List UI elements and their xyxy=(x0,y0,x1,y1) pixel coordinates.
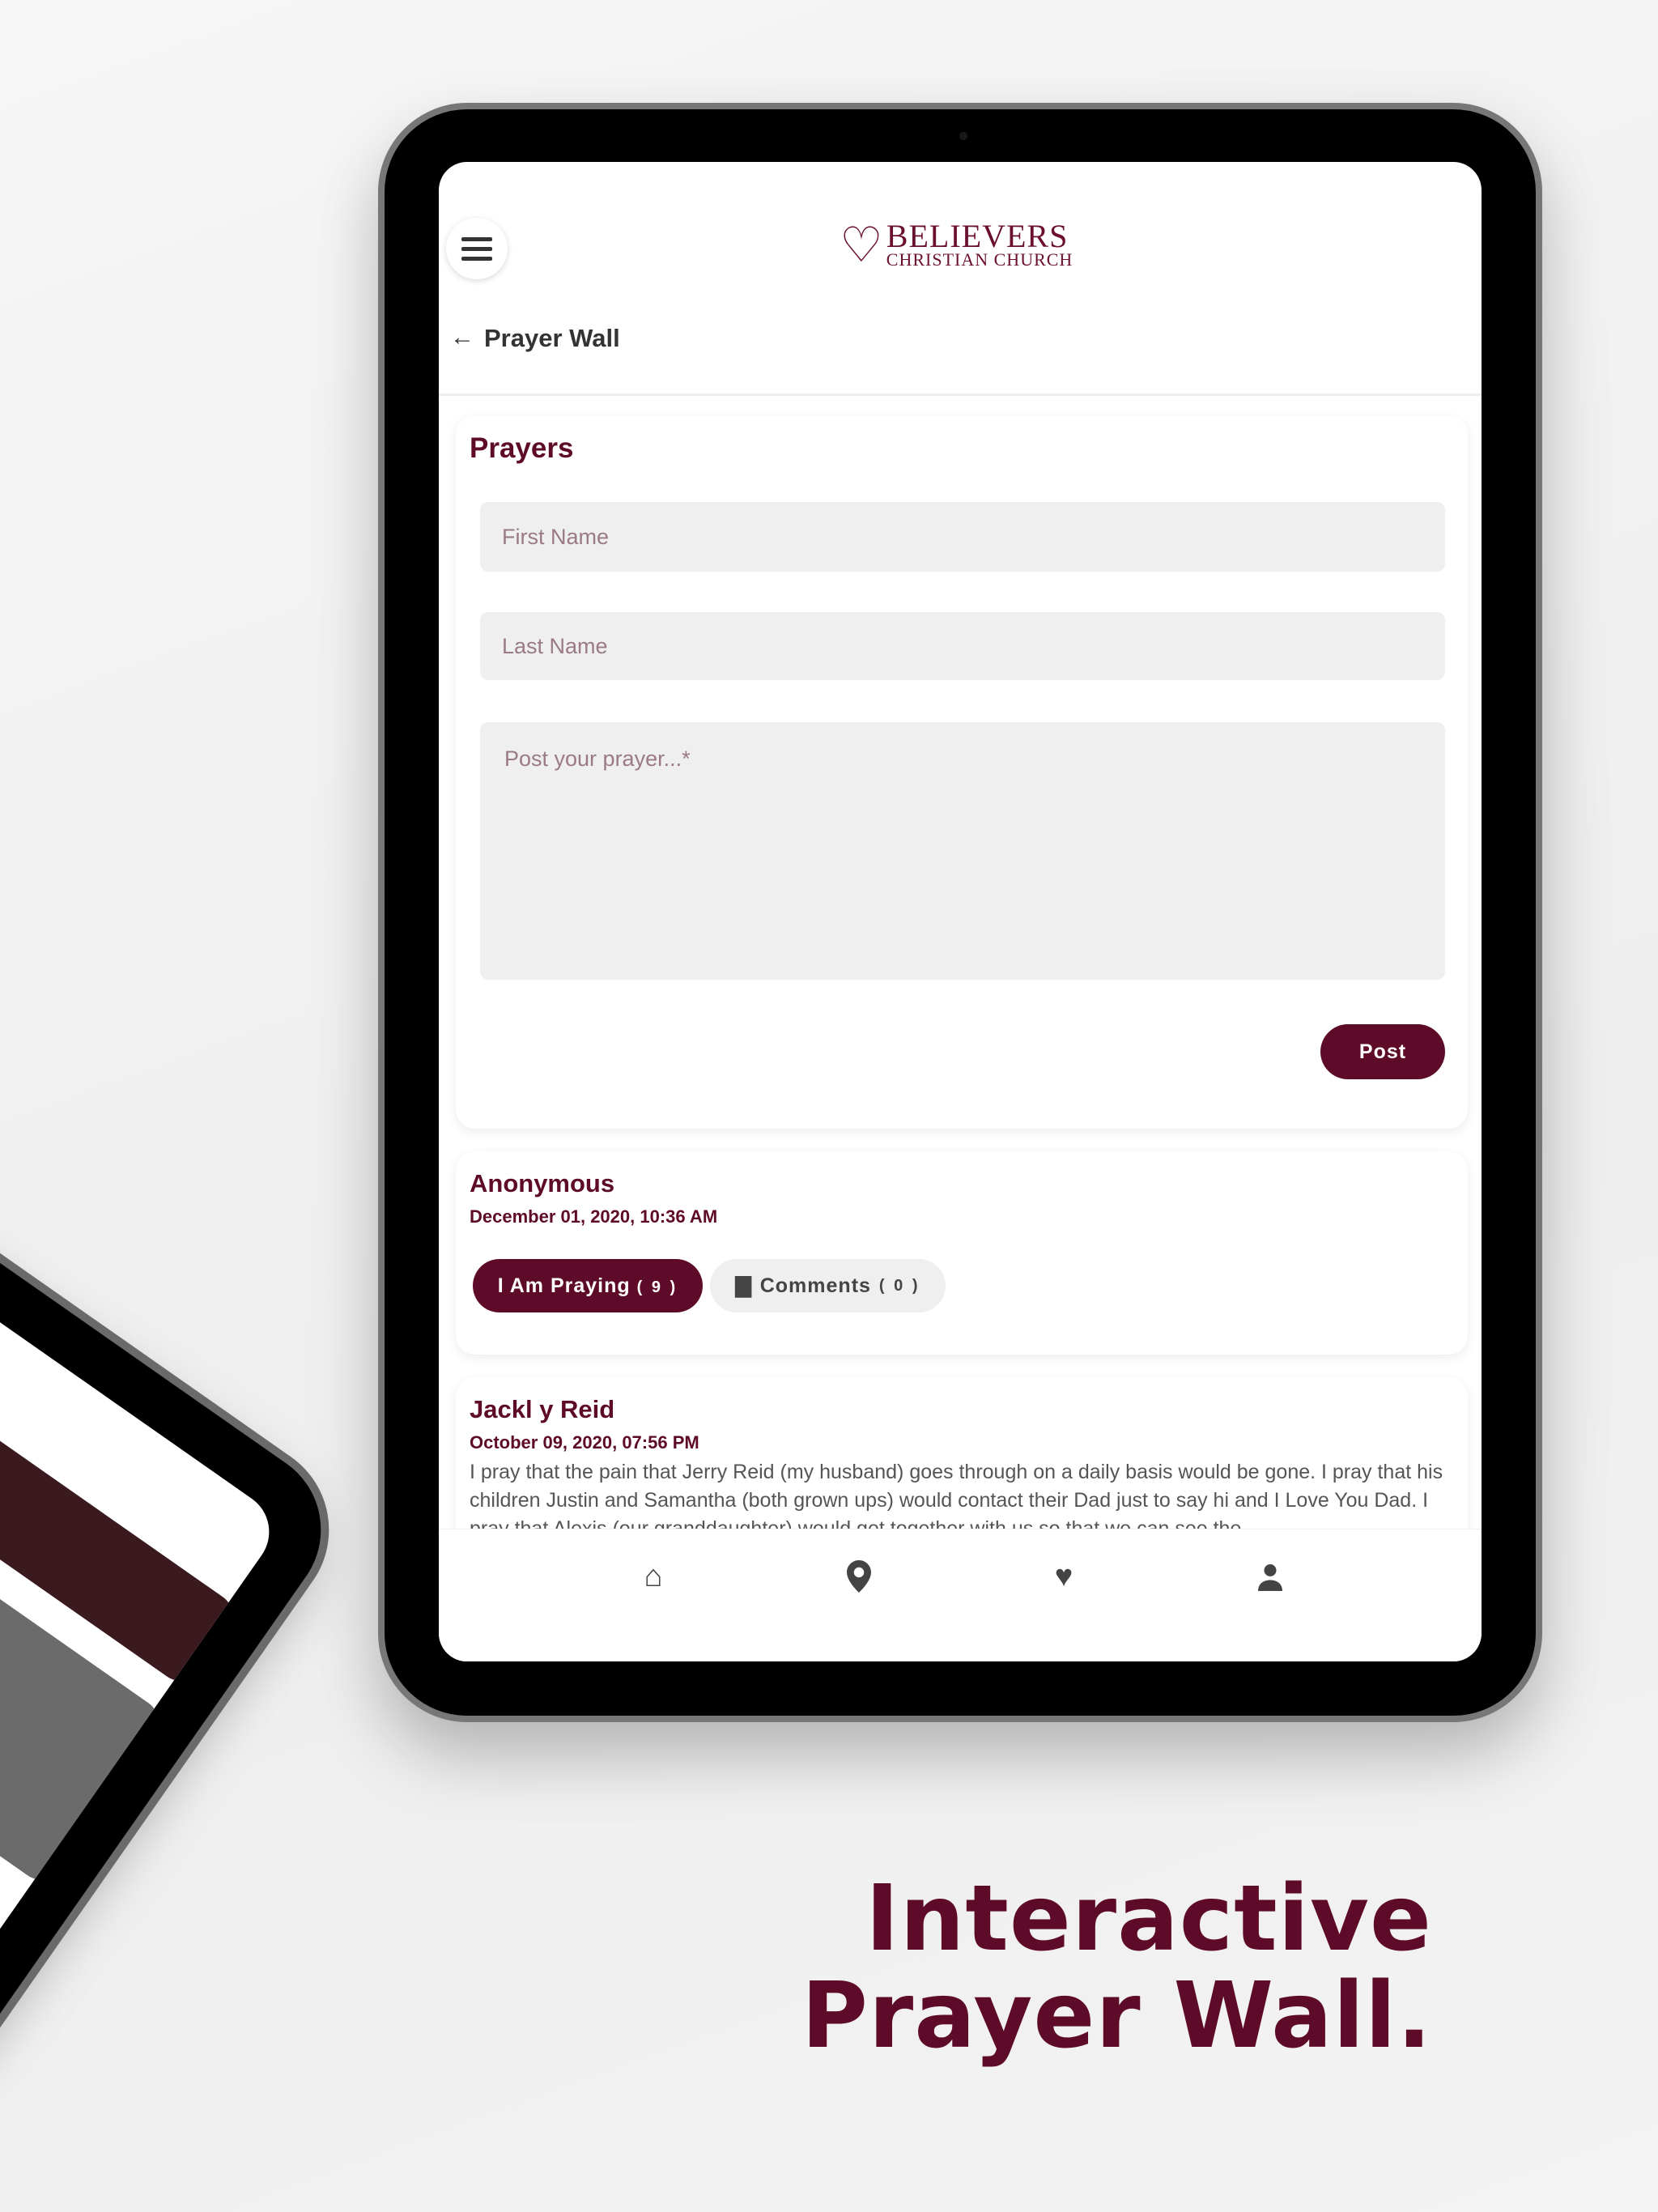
menu-icon-bar xyxy=(461,256,492,261)
marketing-headline: Interactive Prayer Wall. xyxy=(801,1870,1432,2065)
page-title: Prayer Wall xyxy=(484,324,620,352)
location-pin-icon[interactable] xyxy=(835,1559,883,1594)
praying-count: ( 9 ) xyxy=(636,1278,678,1296)
menu-icon xyxy=(461,236,492,241)
hamburger-menu-button[interactable] xyxy=(446,218,508,279)
comments-icon: ▇ xyxy=(735,1274,752,1297)
back-arrow-icon[interactable]: ← xyxy=(450,324,474,351)
camera xyxy=(959,132,967,140)
tablet-device: ♡ BELIEVERS CHRISTIAN CHURCH ← Prayer Wa… xyxy=(378,103,1542,1722)
comments-label: Comments xyxy=(759,1274,871,1297)
header-divider xyxy=(439,393,1482,396)
logo-line2: CHRISTIAN CHURCH xyxy=(886,249,1073,270)
heart-cross-logo-icon: ♡ xyxy=(840,219,883,272)
form-title: Prayers xyxy=(470,432,574,464)
app-screen: ♡ BELIEVERS CHRISTIAN CHURCH ← Prayer Wa… xyxy=(439,162,1482,1661)
prayer-textarea[interactable] xyxy=(480,722,1445,980)
praying-label: I Am Praying xyxy=(497,1274,631,1297)
first-name-input[interactable] xyxy=(480,502,1445,572)
post-author: Anonymous xyxy=(470,1169,615,1197)
person-icon[interactable] xyxy=(1246,1559,1295,1594)
secondary-tablet-device xyxy=(0,1053,364,2105)
logo-line1: BELIEVERS xyxy=(886,218,1069,254)
church-logo: ♡ BELIEVERS CHRISTIAN CHURCH xyxy=(840,219,1090,272)
bottom-navigation: ⌂ ♥ xyxy=(439,1529,1482,1661)
post-button[interactable]: Post xyxy=(1320,1024,1445,1079)
i-am-praying-button[interactable]: I Am Praying ( 9 ) xyxy=(473,1259,703,1312)
home-icon[interactable]: ⌂ xyxy=(629,1559,678,1594)
heart-icon[interactable]: ♥ xyxy=(1039,1559,1088,1594)
secondary-tablet-screen xyxy=(0,1131,286,2027)
last-name-input[interactable] xyxy=(480,612,1445,680)
post-date: October 09, 2020, 07:56 PM xyxy=(470,1432,699,1453)
post-author: Jackl y Reid xyxy=(470,1395,615,1423)
menu-icon-bar xyxy=(461,246,492,251)
headline-line2: Prayer Wall. xyxy=(801,1963,1432,2069)
post-date: December 01, 2020, 10:36 AM xyxy=(470,1206,718,1227)
headline-line1: Interactive xyxy=(865,1866,1432,1972)
prayer-post-card: Anonymous December 01, 2020, 10:36 AM I … xyxy=(456,1151,1468,1355)
comments-count: ( 0 ) xyxy=(878,1276,920,1295)
prayer-form-card: Prayers Post xyxy=(456,416,1468,1129)
comments-button[interactable]: ▇ Comments ( 0 ) xyxy=(710,1259,946,1312)
